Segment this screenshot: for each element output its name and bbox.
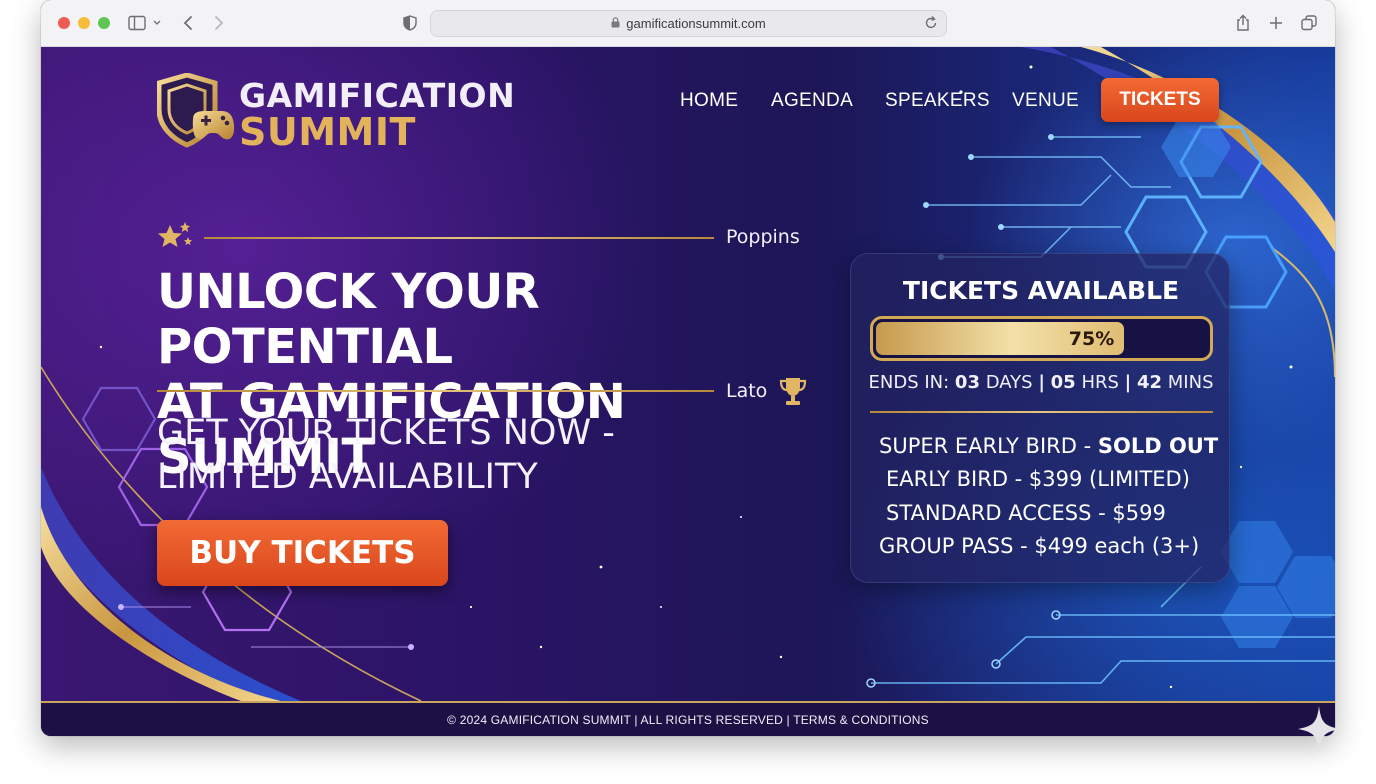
logo-text-line2: SUMMIT <box>239 110 416 154</box>
subhead-line1: GET YOUR TICKETS NOW - <box>157 413 615 453</box>
footer-text: © 2024 GAMIFICATION SUMMIT | ALL RIGHTS … <box>447 712 929 727</box>
headline-line1: UNLOCK YOUR POTENTIAL <box>157 264 540 375</box>
tier-name: SUPER EARLY BIRD - <box>879 434 1092 458</box>
browser-toolbar: gamificationsummit.com <box>41 0 1335 47</box>
nav-venue[interactable]: VENUE <box>1012 90 1079 112</box>
countdown-separator: | <box>1038 372 1045 393</box>
tier-name: GROUP PASS - $499 each (3+) <box>879 534 1200 558</box>
tier-group-pass[interactable]: GROUP PASS - $499 each (3+) <box>879 534 1199 558</box>
countdown-hours-unit: HRS <box>1081 372 1119 393</box>
countdown-days-unit: DAYS <box>985 372 1033 393</box>
tickets-panel: TICKETS AVAILABLE 75% ENDS IN: 03 DAYS |… <box>850 253 1230 583</box>
guide-line-top <box>204 237 714 239</box>
shield-gamepad-icon <box>157 73 235 148</box>
tab-overview-icon[interactable] <box>1299 11 1319 35</box>
subhead-line2: LIMITED AVAILABILITY <box>157 457 538 497</box>
logo-text-line1: GAMIFICATION <box>239 76 516 115</box>
font-label-lato: Lato <box>726 380 768 402</box>
tier-name: STANDARD ACCESS - $599 <box>886 501 1166 525</box>
tier-super-early-bird[interactable]: SUPER EARLY BIRD - SOLD OUT <box>879 434 1218 458</box>
progress-fill: 75% <box>876 322 1125 355</box>
countdown-timer: ENDS IN: 03 DAYS | 05 HRS | 42 MINS <box>851 372 1231 393</box>
address-bar[interactable]: gamificationsummit.com <box>430 10 947 37</box>
sidebar-toggle-icon[interactable] <box>127 11 163 35</box>
minimize-window-button[interactable] <box>78 17 90 29</box>
nav-home[interactable]: HOME <box>680 90 738 112</box>
countdown-prefix: ENDS IN: <box>868 372 950 393</box>
guide-line-bottom <box>157 390 714 392</box>
progress-percent: 75% <box>1068 328 1115 350</box>
stars-icon <box>158 222 192 247</box>
zoom-window-button[interactable] <box>98 17 110 29</box>
url-text: gamificationsummit.com <box>626 16 766 31</box>
tier-standard-access[interactable]: STANDARD ACCESS - $599 <box>886 501 1166 525</box>
nav-tickets-button[interactable]: TICKETS <box>1101 78 1219 122</box>
landing-page: GAMIFICATION SUMMIT HOME AGENDA SPEAKERS… <box>41 47 1335 736</box>
font-label-poppins: Poppins <box>726 226 800 248</box>
page-footer: © 2024 GAMIFICATION SUMMIT | ALL RIGHTS … <box>41 701 1335 736</box>
trophy-icon <box>779 378 807 405</box>
panel-title: TICKETS AVAILABLE <box>902 276 1180 305</box>
nav-agenda[interactable]: AGENDA <box>771 90 853 112</box>
tier-name: EARLY BIRD - $399 (LIMITED) <box>886 467 1190 491</box>
back-arrow-icon[interactable] <box>178 11 198 35</box>
countdown-mins-value: 42 <box>1136 372 1163 393</box>
sparkle-icon <box>1298 706 1340 752</box>
forward-arrow-icon[interactable] <box>209 11 229 35</box>
share-icon[interactable] <box>1233 11 1253 35</box>
buy-tickets-button[interactable]: BUY TICKETS <box>157 520 448 586</box>
close-window-button[interactable] <box>58 17 70 29</box>
new-tab-icon[interactable] <box>1266 11 1286 35</box>
panel-divider <box>870 411 1213 413</box>
reload-icon[interactable] <box>924 15 938 34</box>
countdown-days-value: 03 <box>954 372 980 393</box>
countdown-mins-unit: MINS <box>1167 372 1214 393</box>
hero-subheadline: GET YOUR TICKETS NOW - LIMITED AVAILABIL… <box>157 411 677 499</box>
lock-icon <box>611 16 620 31</box>
availability-progress-bar: 75% <box>870 316 1213 361</box>
tier-early-bird[interactable]: EARLY BIRD - $399 (LIMITED) <box>886 467 1190 491</box>
countdown-separator: | <box>1124 372 1132 393</box>
privacy-shield-icon[interactable] <box>400 11 420 35</box>
tier-status: SOLD OUT <box>1097 434 1219 458</box>
nav-speakers[interactable]: SPEAKERS <box>885 90 990 112</box>
browser-window: gamificationsummit.com GAMIFICATION SUMM… <box>41 0 1335 736</box>
countdown-hours-value: 05 <box>1050 372 1076 393</box>
